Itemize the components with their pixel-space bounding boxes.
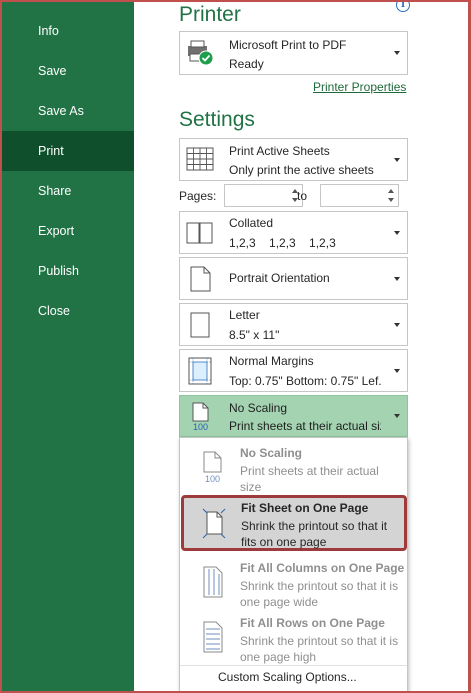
spin-down-icon[interactable] bbox=[388, 198, 394, 202]
sidebar-item-save-as[interactable]: Save As bbox=[0, 91, 134, 131]
scaling-option-fit-columns[interactable]: Fit All Columns on One Page Shrink the p… bbox=[180, 555, 407, 609]
print-what-title: Print Active Sheets bbox=[229, 144, 330, 158]
chevron-down-icon bbox=[394, 51, 400, 55]
no-scaling-icon: 100 bbox=[192, 402, 209, 431]
portrait-page-icon bbox=[190, 266, 211, 291]
sidebar-item-share[interactable]: Share bbox=[0, 171, 134, 211]
option-title: No Scaling bbox=[240, 446, 303, 460]
printer-section-title: Printer bbox=[179, 3, 241, 26]
sidebar-item-export[interactable]: Export bbox=[0, 211, 134, 251]
option-desc: Shrink the printout so that it is one pa… bbox=[240, 579, 399, 609]
margins-dropdown[interactable]: Normal Margins Top: 0.75" Bottom: 0.75" … bbox=[179, 349, 408, 392]
collation-dropdown[interactable]: Collated 1,2,3 1,2,3 1,2,3 bbox=[179, 211, 408, 254]
orientation-dropdown[interactable]: Portrait Orientation bbox=[179, 257, 408, 300]
chevron-down-icon bbox=[394, 368, 400, 373]
no-scaling-icon-text: 100 bbox=[205, 474, 220, 484]
print-panel: Printer i Microsoft Print to PDF Ready P… bbox=[134, 0, 471, 693]
pages-from-spinner[interactable] bbox=[224, 184, 303, 207]
option-title: Fit All Rows on One Page bbox=[240, 616, 385, 630]
pages-label: Pages: bbox=[179, 189, 217, 203]
settings-section-title: Settings bbox=[179, 108, 255, 131]
fit-columns-icon bbox=[203, 566, 223, 598]
paper-size-title: Letter bbox=[229, 308, 260, 322]
chevron-down-icon bbox=[394, 157, 400, 162]
print-what-dropdown[interactable]: Print Active Sheets Only print the activ… bbox=[179, 138, 408, 181]
scaling-title: No Scaling bbox=[229, 401, 288, 415]
printer-ready-icon bbox=[188, 40, 214, 66]
option-title: Fit All Columns on One Page bbox=[240, 561, 405, 575]
collated-pages-icon bbox=[186, 222, 213, 243]
printer-name: Microsoft Print to PDF bbox=[229, 38, 347, 52]
collation-title: Collated bbox=[229, 216, 274, 230]
margins-icon bbox=[188, 357, 212, 384]
sidebar-item-publish[interactable]: Publish bbox=[0, 251, 134, 291]
margins-desc: Top: 0.75" Bottom: 0.75" Lef... bbox=[229, 374, 381, 388]
scaling-dropdown[interactable]: 100 No Scaling Print sheets at their act… bbox=[179, 395, 408, 437]
no-scaling-icon: 100 bbox=[203, 451, 222, 484]
custom-scaling-options[interactable]: Custom Scaling Options... bbox=[218, 670, 357, 684]
scaling-option-fit-rows[interactable]: Fit All Rows on One Page Shrink the prin… bbox=[180, 610, 407, 664]
orientation-title: Portrait Orientation bbox=[229, 271, 330, 285]
backstage-sidebar: Info Save Save As Print Share Export Pub… bbox=[0, 0, 134, 693]
printer-properties-link[interactable]: Printer Properties bbox=[313, 80, 406, 94]
chevron-down-icon bbox=[394, 322, 400, 327]
option-desc: Shrink the printout so that it is one pa… bbox=[240, 634, 399, 664]
paper-size-desc: 8.5" x 11" bbox=[229, 328, 280, 342]
sidebar-item-print[interactable]: Print bbox=[0, 131, 134, 171]
option-desc: Print sheets at their actual size bbox=[240, 464, 379, 494]
letter-page-icon bbox=[190, 312, 210, 337]
scaling-option-fit-sheet[interactable]: Fit Sheet on One Page Shrink the printou… bbox=[181, 495, 407, 551]
paper-size-dropdown[interactable]: Letter 8.5" x 11" bbox=[179, 303, 408, 346]
print-what-desc: Only print the active sheets bbox=[229, 163, 374, 177]
info-icon[interactable]: i bbox=[396, 0, 410, 12]
scaling-icon-text: 100 bbox=[193, 422, 208, 431]
scaling-desc: Print sheets at their actual size bbox=[229, 419, 381, 433]
fit-rows-icon bbox=[203, 621, 223, 653]
printer-dropdown[interactable]: Microsoft Print to PDF Ready bbox=[179, 31, 408, 75]
sheet-grid-icon bbox=[186, 147, 214, 170]
to-label: to bbox=[297, 189, 308, 203]
sidebar-item-save[interactable]: Save bbox=[0, 51, 134, 91]
sidebar-item-close[interactable]: Close bbox=[0, 291, 134, 331]
chevron-down-icon bbox=[394, 276, 400, 281]
chevron-down-icon bbox=[394, 230, 400, 235]
option-title: Fit Sheet on One Page bbox=[241, 501, 369, 515]
scaling-menu: 100 No Scaling Print sheets at their act… bbox=[179, 437, 408, 693]
sidebar-item-info[interactable]: Info bbox=[0, 11, 134, 51]
printer-status: Ready bbox=[229, 57, 264, 71]
fit-sheet-icon bbox=[202, 508, 226, 539]
chevron-down-icon bbox=[394, 414, 400, 418]
spin-up-icon[interactable] bbox=[388, 189, 394, 193]
scaling-option-no-scaling[interactable]: 100 No Scaling Print sheets at their act… bbox=[180, 440, 407, 494]
option-desc: Shrink the printout so that it fits on o… bbox=[241, 519, 388, 549]
margins-title: Normal Margins bbox=[229, 354, 314, 368]
pages-to-spinner[interactable] bbox=[320, 184, 399, 207]
menu-divider bbox=[180, 665, 407, 666]
collation-desc: 1,2,3 1,2,3 1,2,3 bbox=[229, 236, 336, 250]
